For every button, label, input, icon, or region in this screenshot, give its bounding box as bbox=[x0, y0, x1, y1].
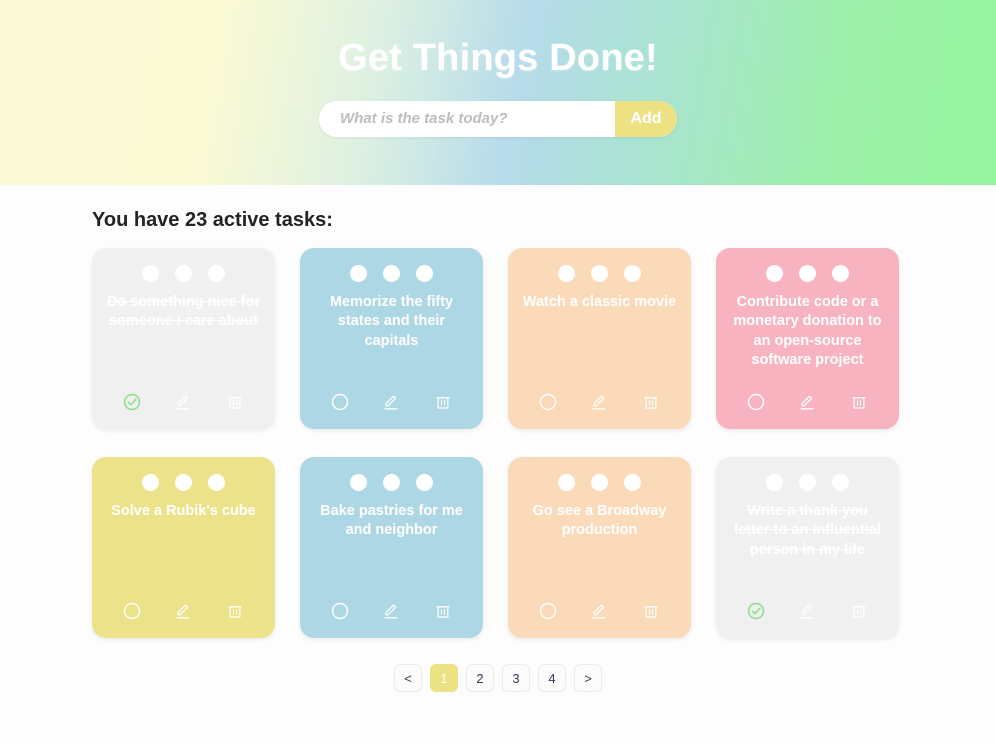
task-text: Watch a classic movie bbox=[522, 294, 677, 310]
task-text: Memorize the fifty states and their capi… bbox=[329, 294, 454, 349]
trash-icon[interactable] bbox=[848, 600, 870, 622]
task-text: Go see a Broadway production bbox=[532, 503, 667, 539]
circle-icon[interactable] bbox=[745, 391, 767, 413]
pencil-icon[interactable] bbox=[588, 600, 610, 622]
pencil-icon[interactable] bbox=[588, 391, 610, 413]
card-actions bbox=[716, 600, 899, 622]
card-dot bbox=[416, 265, 433, 282]
task-text: Write a thank you letter to an influenti… bbox=[734, 503, 881, 558]
task-text: Contribute code or a monetary donation t… bbox=[733, 294, 882, 368]
task-text: Solve a Rubik's cube bbox=[111, 503, 256, 519]
card-dots bbox=[766, 474, 849, 491]
task-card[interactable]: Contribute code or a monetary donation t… bbox=[716, 248, 899, 429]
active-tasks-heading: You have 23 active tasks: bbox=[92, 209, 333, 231]
card-actions bbox=[300, 391, 483, 413]
card-actions bbox=[508, 391, 691, 413]
task-card[interactable]: Go see a Broadway production bbox=[508, 457, 691, 638]
card-dot bbox=[591, 265, 608, 282]
card-dot bbox=[766, 265, 783, 282]
card-actions bbox=[92, 600, 275, 622]
card-dot bbox=[766, 474, 783, 491]
task-card[interactable]: Solve a Rubik's cube bbox=[92, 457, 275, 638]
circle-icon[interactable] bbox=[329, 600, 351, 622]
check-circle-icon[interactable] bbox=[121, 391, 143, 413]
pencil-icon[interactable] bbox=[172, 600, 194, 622]
task-card[interactable]: Memorize the fifty states and their capi… bbox=[300, 248, 483, 429]
trash-icon[interactable] bbox=[848, 391, 870, 413]
app-header: Get Things Done! Add bbox=[0, 0, 996, 185]
main-content: You have 23 active tasks: Do something n… bbox=[0, 209, 996, 692]
card-actions bbox=[92, 391, 275, 413]
card-dot bbox=[832, 265, 849, 282]
add-task-button[interactable]: Add bbox=[615, 100, 677, 137]
trash-icon[interactable] bbox=[432, 600, 454, 622]
card-dot bbox=[383, 474, 400, 491]
card-dots bbox=[766, 265, 849, 282]
card-actions bbox=[508, 600, 691, 622]
card-dot bbox=[208, 265, 225, 282]
card-dot bbox=[175, 474, 192, 491]
page-title: Get Things Done! bbox=[338, 37, 658, 79]
card-dots bbox=[558, 474, 641, 491]
card-dot bbox=[142, 474, 159, 491]
card-dot bbox=[558, 474, 575, 491]
card-dot bbox=[208, 474, 225, 491]
pagination-page-4[interactable]: 4 bbox=[538, 664, 566, 692]
trash-icon[interactable] bbox=[640, 391, 662, 413]
trash-icon[interactable] bbox=[224, 600, 246, 622]
pencil-icon[interactable] bbox=[380, 600, 402, 622]
pagination-page-2[interactable]: 2 bbox=[466, 664, 494, 692]
add-task-bar: Add bbox=[319, 100, 677, 137]
card-dots bbox=[142, 265, 225, 282]
pagination-page-3[interactable]: 3 bbox=[502, 664, 530, 692]
trash-icon[interactable] bbox=[224, 391, 246, 413]
trash-icon[interactable] bbox=[640, 600, 662, 622]
card-dot bbox=[383, 265, 400, 282]
task-text: Do something nice for someone I care abo… bbox=[106, 294, 261, 330]
card-dot bbox=[350, 265, 367, 282]
new-task-input[interactable] bbox=[319, 100, 615, 137]
check-circle-icon[interactable] bbox=[745, 600, 767, 622]
card-actions bbox=[300, 600, 483, 622]
card-dots bbox=[558, 265, 641, 282]
card-dot bbox=[142, 265, 159, 282]
pagination-page-1[interactable]: 1 bbox=[430, 664, 458, 692]
card-dots bbox=[350, 474, 433, 491]
task-card[interactable]: Watch a classic movie bbox=[508, 248, 691, 429]
card-dots bbox=[142, 474, 225, 491]
pencil-icon[interactable] bbox=[796, 600, 818, 622]
circle-icon[interactable] bbox=[537, 391, 559, 413]
circle-icon[interactable] bbox=[537, 600, 559, 622]
card-dot bbox=[624, 265, 641, 282]
pagination-prev[interactable]: < bbox=[394, 664, 422, 692]
pencil-icon[interactable] bbox=[172, 391, 194, 413]
task-grid: Do something nice for someone I care abo… bbox=[92, 248, 904, 638]
trash-icon[interactable] bbox=[432, 391, 454, 413]
pagination: <1 2 3 4 > bbox=[0, 664, 996, 692]
card-actions bbox=[716, 391, 899, 413]
task-card[interactable]: Do something nice for someone I care abo… bbox=[92, 248, 275, 429]
pagination-next[interactable]: > bbox=[574, 664, 602, 692]
card-dot bbox=[591, 474, 608, 491]
pencil-icon[interactable] bbox=[796, 391, 818, 413]
card-dot bbox=[624, 474, 641, 491]
task-card[interactable]: Bake pastries for me and neighbor bbox=[300, 457, 483, 638]
card-dot bbox=[832, 474, 849, 491]
card-dot bbox=[350, 474, 367, 491]
card-dot bbox=[799, 474, 816, 491]
card-dots bbox=[350, 265, 433, 282]
card-dot bbox=[799, 265, 816, 282]
card-dot bbox=[175, 265, 192, 282]
task-card[interactable]: Write a thank you letter to an influenti… bbox=[716, 457, 899, 638]
task-text: Bake pastries for me and neighbor bbox=[320, 503, 463, 539]
card-dot bbox=[416, 474, 433, 491]
circle-icon[interactable] bbox=[121, 600, 143, 622]
card-dot bbox=[558, 265, 575, 282]
pencil-icon[interactable] bbox=[380, 391, 402, 413]
circle-icon[interactable] bbox=[329, 391, 351, 413]
